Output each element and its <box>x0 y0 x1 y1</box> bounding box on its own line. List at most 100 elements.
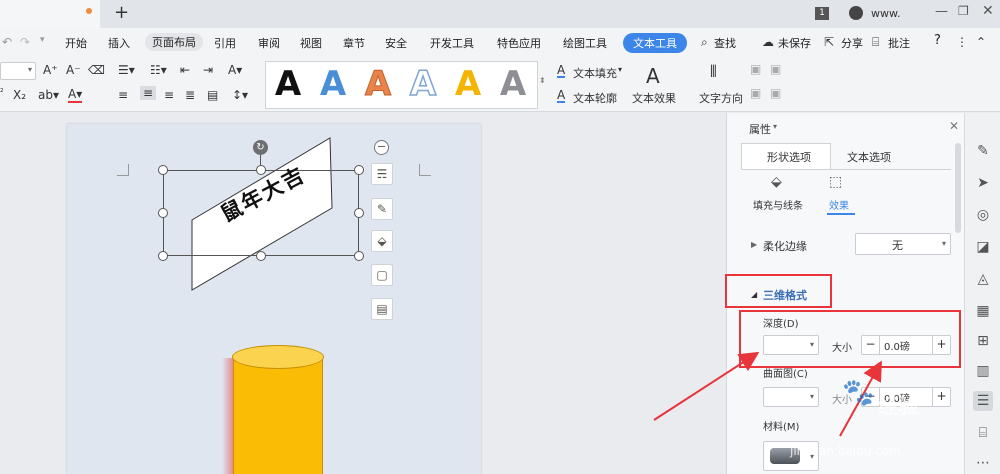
panel-scrollbar[interactable] <box>955 143 961 233</box>
tab-sections[interactable]: 章节 <box>343 35 365 51</box>
resize-handle[interactable] <box>256 251 266 261</box>
text-fill-button[interactable]: 文本填充 <box>573 65 617 81</box>
subscript-x-icon[interactable]: X₂ <box>13 88 26 102</box>
text-direction-icon[interactable]: ⫴ <box>710 62 717 82</box>
shapes-icon[interactable]: ◪ <box>973 237 993 257</box>
avatar[interactable] <box>849 6 863 20</box>
apps-grid-icon[interactable]: ⊞ <box>973 331 993 351</box>
textbox-vertical-icon[interactable]: ▣ <box>770 62 781 76</box>
shape-outline-icon[interactable]: ▢ <box>371 264 393 286</box>
share-button[interactable]: 分享 <box>841 35 863 51</box>
wordart-style-gold[interactable]: A <box>446 64 490 104</box>
tab-start[interactable]: 开始 <box>65 35 87 51</box>
soft-edge-label[interactable]: 柔化边缘 <box>763 238 807 254</box>
tab-references[interactable]: 引用 <box>214 35 236 51</box>
layout-options-icon[interactable]: ☴ <box>371 163 393 185</box>
more-chevron-icon[interactable]: ▾ <box>40 35 45 45</box>
unlink-textbox-icon[interactable]: ▣ <box>770 86 781 100</box>
search-icon[interactable]: ⌕ <box>701 35 708 50</box>
bullet-list-icon[interactable]: ☰▾ <box>118 63 135 77</box>
text-wrap-icon[interactable]: ▤ <box>371 298 393 320</box>
text-outline-icon[interactable]: A <box>557 89 566 103</box>
user-name[interactable]: www. <box>871 7 900 20</box>
new-tab-button[interactable]: + <box>114 2 129 23</box>
close-window-icon[interactable]: ✕ <box>982 3 994 19</box>
cursor-icon[interactable]: ➤ <box>973 173 993 193</box>
fill-bucket-icon[interactable]: ⬙ <box>371 230 393 252</box>
resize-handle[interactable] <box>158 165 168 175</box>
resize-handle[interactable] <box>354 251 364 261</box>
tab-page-layout[interactable]: 页面布局 <box>145 33 203 51</box>
align-left-icon[interactable]: ≡ <box>118 88 128 102</box>
resize-handle[interactable] <box>354 165 364 175</box>
indent-increase-icon[interactable]: ⇥ <box>203 63 213 77</box>
table-icon[interactable]: ▦ <box>973 301 993 321</box>
tab-drawing-tools[interactable]: 绘图工具 <box>563 35 607 51</box>
justify-icon[interactable]: ≣ <box>185 88 195 102</box>
fill-line-icon[interactable]: ⬙ <box>771 174 782 190</box>
font-color-icon[interactable]: A▾ <box>68 88 83 103</box>
line-spacing-icon[interactable]: ↕▾ <box>232 88 248 102</box>
page-count-badge[interactable]: 1 <box>815 7 829 20</box>
distribute-icon[interactable]: ▤ <box>207 88 218 102</box>
collapse-toolbar-icon[interactable]: − <box>374 140 389 155</box>
text-effect-icon[interactable]: A <box>646 64 660 88</box>
resize-handle[interactable] <box>158 208 168 218</box>
minimize-icon[interactable]: — <box>935 4 948 19</box>
tab-insert[interactable]: 插入 <box>108 35 130 51</box>
unsaved-status[interactable]: 未保存 <box>778 35 811 51</box>
highlight-icon[interactable]: ab▾ <box>38 88 59 102</box>
expand-icon[interactable]: ▶ <box>751 240 757 249</box>
cylinder-body[interactable] <box>233 356 323 474</box>
undo-icon[interactable]: ↶ <box>2 35 12 49</box>
chart-icon[interactable]: ▥ <box>973 361 993 381</box>
pen-style-icon[interactable]: ✎ <box>371 198 393 220</box>
align-center-icon[interactable]: ≡ <box>140 86 157 100</box>
grow-font-icon[interactable]: A⁺ <box>43 63 58 77</box>
resize-handle[interactable] <box>158 251 168 261</box>
subscript-icon[interactable]: ² <box>0 88 4 98</box>
font-size-select[interactable]: ▾ <box>0 62 36 80</box>
search-button[interactable]: 查找 <box>714 35 736 51</box>
more-rail-icon[interactable]: ⋯ <box>973 453 993 473</box>
image-search-icon[interactable]: ⌸ <box>973 423 993 443</box>
wordart-style-blue[interactable]: A <box>311 64 355 104</box>
wordart-style-orange[interactable]: A <box>356 64 400 105</box>
indent-decrease-icon[interactable]: ⇤ <box>180 63 190 77</box>
effects-icon[interactable]: ⬚ <box>829 174 842 190</box>
tab-shape-options-label[interactable]: 形状选项 <box>767 149 811 165</box>
subtab-fill-line[interactable]: 填充与线条 <box>753 197 803 212</box>
tab-text-options[interactable]: 文本选项 <box>847 149 891 165</box>
wordart-style-outline[interactable]: A <box>401 63 445 105</box>
rotate-handle-icon[interactable]: ↻ <box>253 140 268 155</box>
gallery-expand-icon[interactable]: ⬍ <box>539 76 546 85</box>
collapse-ribbon-icon[interactable]: ⌃ <box>976 35 986 49</box>
more-options-icon[interactable]: ⋮ <box>956 35 968 49</box>
text-fill-icon[interactable]: A <box>557 64 566 78</box>
ai-icon[interactable]: ◬ <box>973 269 993 289</box>
textbox-icon[interactable]: ▣ <box>750 62 761 76</box>
align-right-icon[interactable]: ≡ <box>164 88 174 102</box>
tab-special-apps[interactable]: 特色应用 <box>497 35 541 51</box>
numbered-list-icon[interactable]: ☷▾ <box>150 63 167 77</box>
location-icon[interactable]: ◎ <box>973 205 993 225</box>
wordart-style-black[interactable]: A <box>266 64 310 104</box>
restore-icon[interactable]: ❐ <box>958 4 969 18</box>
close-panel-icon[interactable]: ✕ <box>949 119 959 133</box>
comment-button[interactable]: 批注 <box>888 35 910 51</box>
tab-text-tools[interactable]: 文本工具 <box>623 33 687 53</box>
text-outline-button[interactable]: 文本轮廓 <box>573 90 617 106</box>
tab-developer[interactable]: 开发工具 <box>430 35 474 51</box>
link-textbox-icon[interactable]: ▣ <box>750 86 761 100</box>
edit-pen-icon[interactable]: ✎ <box>973 141 993 161</box>
redo-icon[interactable]: ↷ <box>20 35 30 49</box>
subtab-effects[interactable]: 效果 <box>829 197 849 212</box>
text-effect-button[interactable]: 文本效果 <box>632 90 676 106</box>
wordart-style-silver[interactable]: A <box>491 64 535 104</box>
help-button[interactable]: ? <box>934 33 941 48</box>
panel-title[interactable]: 属性 <box>749 121 771 137</box>
increase-button[interactable]: + <box>932 388 950 406</box>
resize-handle[interactable] <box>256 165 266 175</box>
tab-review[interactable]: 审阅 <box>258 35 280 51</box>
cylinder-top[interactable] <box>232 345 324 369</box>
